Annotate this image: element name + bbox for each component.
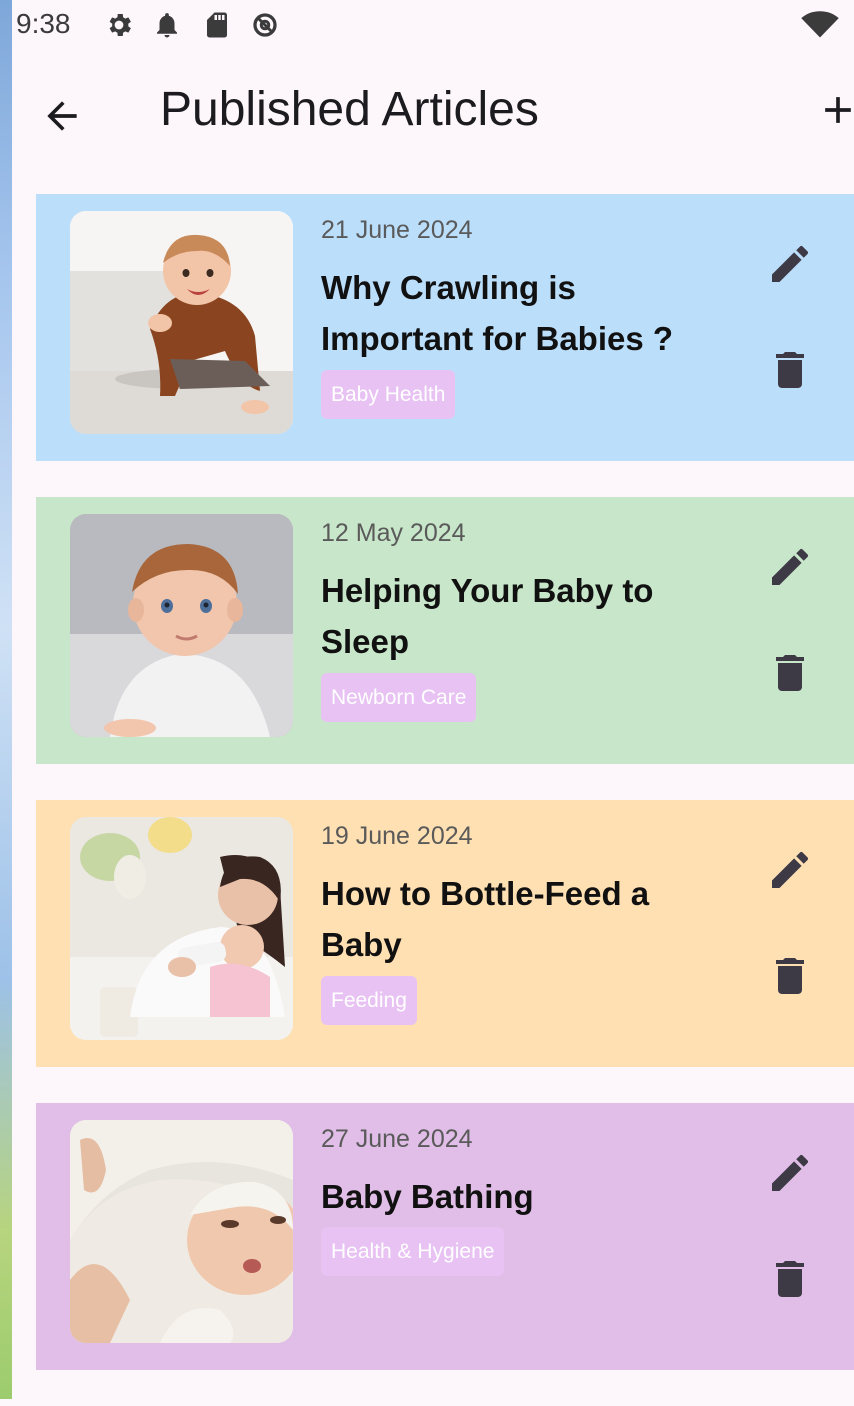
trash-icon [766,649,814,697]
pencil-icon [766,543,814,591]
article-title: Why Crawling is Important for Babies ? [321,269,674,357]
wifi-icon [800,10,839,40]
category-tag[interactable]: Feeding [321,976,417,1025]
edit-button[interactable] [766,1149,814,1197]
article-title: Baby Bathing [321,1178,534,1215]
article-title: How to Bottle-Feed a Baby [321,875,650,963]
delete-button[interactable] [766,649,814,697]
edit-button[interactable] [766,543,814,591]
delete-button[interactable] [766,346,814,394]
article-card[interactable]: 21 June 2024 Why Crawling is Important f… [36,194,854,461]
trash-icon [766,952,814,1000]
sync-disabled-icon [250,10,280,40]
article-image [70,1120,293,1343]
delete-button[interactable] [766,1255,814,1303]
delete-button[interactable] [766,952,814,1000]
article-date: 27 June 2024 [321,1125,473,1153]
bell-icon [152,10,182,40]
article-title: Helping Your Baby to Sleep [321,572,654,660]
app-bar: Published Articles [12,60,854,170]
article-date: 21 June 2024 [321,216,473,244]
category-tag[interactable]: Baby Health [321,370,456,419]
sd-card-icon [202,10,232,40]
article-list: 21 June 2024 Why Crawling is Important f… [36,194,854,1406]
add-button[interactable] [816,88,854,144]
edit-button[interactable] [766,240,814,288]
article-image [70,514,293,737]
article-card[interactable]: 12 May 2024 Helping Your Baby to Sleep N… [36,497,854,764]
pencil-icon [766,1149,814,1197]
gear-icon [104,10,134,40]
article-image [70,817,293,1040]
article-date: 12 May 2024 [321,519,466,547]
edit-button[interactable] [766,846,814,894]
trash-icon [766,1255,814,1303]
screen: 9:38 Published Articles 21 June 2024 Why… [12,0,854,1399]
back-button[interactable] [34,88,90,144]
status-bar: 9:38 [12,0,854,50]
add-icon [816,88,854,132]
wallpaper-strip [0,0,12,1399]
article-card[interactable]: 19 June 2024 How to Bottle-Feed a Baby F… [36,800,854,1067]
pencil-icon [766,240,814,288]
category-tag[interactable]: Health & Hygiene [321,1227,505,1276]
trash-icon [766,346,814,394]
pencil-icon [766,846,814,894]
status-time: 9:38 [16,8,71,39]
page-title: Published Articles [160,83,539,136]
article-image [70,211,293,434]
arrow-back-icon [40,94,84,138]
category-tag[interactable]: Newborn Care [321,673,477,722]
article-card[interactable]: 27 June 2024 Baby Bathing Health & Hygie… [36,1103,854,1370]
article-date: 19 June 2024 [321,822,473,850]
